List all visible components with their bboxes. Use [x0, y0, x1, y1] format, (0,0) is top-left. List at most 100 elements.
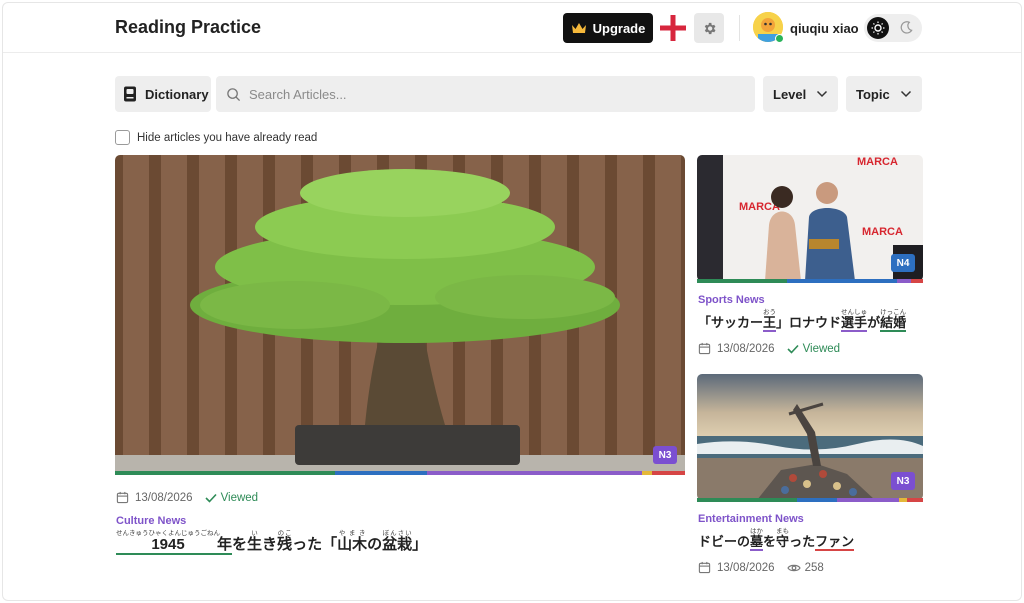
article-category[interactable]: Culture News	[116, 515, 186, 527]
backdrop-logo-text: MARCA	[862, 226, 903, 238]
title-part: 山木	[337, 536, 368, 553]
title-part: 年	[217, 536, 233, 555]
top-header: Reading Practice Upgrade qiuqiu xiao	[3, 3, 1021, 53]
backdrop-logo-text: MARCA	[857, 156, 898, 168]
title-part: 1945	[116, 536, 220, 555]
level-badge: N3	[653, 446, 677, 464]
level-badge: N4	[891, 254, 915, 272]
app-window: Reading Practice Upgrade qiuqiu xiao Dic…	[2, 2, 1022, 601]
title-part: 「サッカー	[698, 315, 764, 330]
title-part: った「	[292, 536, 338, 553]
article-level-bar	[697, 279, 923, 283]
article-level-bar	[697, 498, 923, 502]
ruby-text: ぼんさい	[382, 530, 413, 537]
article-meta: 13/08/2026 Viewed	[116, 491, 258, 504]
title-part: 盆栽	[382, 536, 413, 553]
page-title: Reading Practice	[115, 17, 262, 37]
dictionary-button[interactable]: Dictionary	[115, 76, 211, 112]
search-icon	[227, 87, 241, 101]
title-part: 守	[776, 534, 790, 549]
england-flag-icon[interactable]	[659, 14, 687, 42]
chevron-down-icon	[900, 90, 912, 98]
chevron-down-icon	[816, 90, 828, 98]
calendar-icon	[698, 342, 711, 355]
search-input[interactable]	[249, 86, 729, 102]
article-image-wedding[interactable]: LG MARCA MARCA MARCA	[697, 155, 923, 281]
article-date: 13/08/2026	[717, 561, 775, 574]
article-date: 13/08/2026	[135, 491, 193, 504]
article-level-bar	[115, 471, 685, 475]
article-meta: 13/08/2026 Viewed	[698, 342, 840, 355]
article-image-bonsai[interactable]	[115, 155, 685, 475]
ruby-text: けっこん	[880, 309, 907, 316]
article-title[interactable]: 「サッカー王おう」ロナウド選手せんしゅが結婚けっこん	[698, 309, 907, 332]
crown-icon	[571, 23, 586, 33]
ruby-text: のこ	[277, 530, 293, 537]
title-part: 墓	[750, 534, 764, 551]
wedding-photo: LG MARCA MARCA MARCA	[697, 155, 923, 281]
title-part: き	[262, 536, 278, 553]
check-icon	[786, 344, 799, 354]
beach-photo	[697, 374, 923, 500]
dictionary-icon	[124, 86, 136, 102]
ruby-text: まも	[776, 528, 790, 535]
title-part: を	[232, 536, 248, 553]
ruby-text: せんしゅ	[841, 309, 868, 316]
views-label: 258	[804, 561, 824, 574]
ruby-text: やまき	[337, 530, 368, 537]
dictionary-label: Dictionary	[145, 86, 209, 102]
check-icon	[204, 493, 217, 503]
article-category[interactable]: Entertainment News	[698, 513, 804, 525]
ruby-text: おう	[763, 309, 777, 316]
article-image-dobby[interactable]	[697, 374, 923, 500]
title-part: 」	[412, 536, 428, 553]
sun-icon	[867, 17, 889, 39]
calendar-icon	[116, 491, 129, 504]
title-part: ドビーの	[698, 534, 751, 549]
title-part: 」ロナウド	[776, 315, 842, 330]
calendar-icon	[698, 561, 711, 574]
title-part: が	[867, 315, 881, 330]
bonsai-photo	[115, 155, 685, 475]
topic-dropdown[interactable]: Topic	[846, 76, 922, 112]
ruby-text: はか	[750, 528, 764, 535]
title-part: 王	[763, 315, 777, 332]
title-part: った	[789, 534, 816, 549]
title-part: 結婚	[880, 315, 907, 332]
hide-read-label: Hide articles you have already read	[137, 131, 318, 144]
title-part: の	[367, 536, 383, 553]
title-part: 選手	[841, 315, 868, 332]
upgrade-label: Upgrade	[592, 20, 646, 36]
title-part: 残	[277, 536, 293, 553]
viewed-label: Viewed	[220, 491, 259, 504]
user-name[interactable]: qiuqiu xiao	[790, 21, 859, 36]
ruby-text: せんきゅうひゃくよんじゅうごねん	[116, 530, 220, 537]
viewed-status: Viewed	[786, 342, 841, 355]
settings-button[interactable]	[694, 13, 724, 43]
eye-icon	[786, 564, 801, 571]
moon-icon	[900, 21, 913, 34]
level-label: Level	[773, 86, 807, 102]
header-divider	[739, 15, 740, 41]
views-count: 258	[786, 561, 824, 574]
level-dropdown[interactable]: Level	[763, 76, 838, 112]
article-title[interactable]: ドビーの墓はかを守まもったファン	[698, 528, 855, 551]
hide-read-row[interactable]: Hide articles you have already read	[115, 130, 317, 145]
hide-read-checkbox[interactable]	[115, 130, 130, 145]
search-box[interactable]	[216, 76, 755, 112]
article-meta: 13/08/2026 258	[698, 561, 824, 574]
theme-toggle[interactable]	[864, 14, 922, 42]
viewed-status: Viewed	[204, 491, 259, 504]
article-category[interactable]: Sports News	[698, 294, 765, 306]
viewed-label: Viewed	[802, 342, 841, 355]
topic-label: Topic	[856, 86, 890, 102]
title-part: を	[763, 534, 777, 549]
gear-icon	[704, 22, 715, 34]
title-part: 生	[247, 536, 263, 553]
title-part: ファン	[815, 534, 855, 551]
online-status-dot	[775, 34, 784, 43]
article-title[interactable]: 1945せんきゅうひゃくよんじゅうごねん年を生いき残のこった「山木やまきの盆栽ぼ…	[116, 530, 428, 555]
upgrade-button[interactable]: Upgrade	[563, 13, 653, 43]
ruby-text: い	[247, 530, 263, 537]
level-badge: N3	[891, 472, 915, 490]
